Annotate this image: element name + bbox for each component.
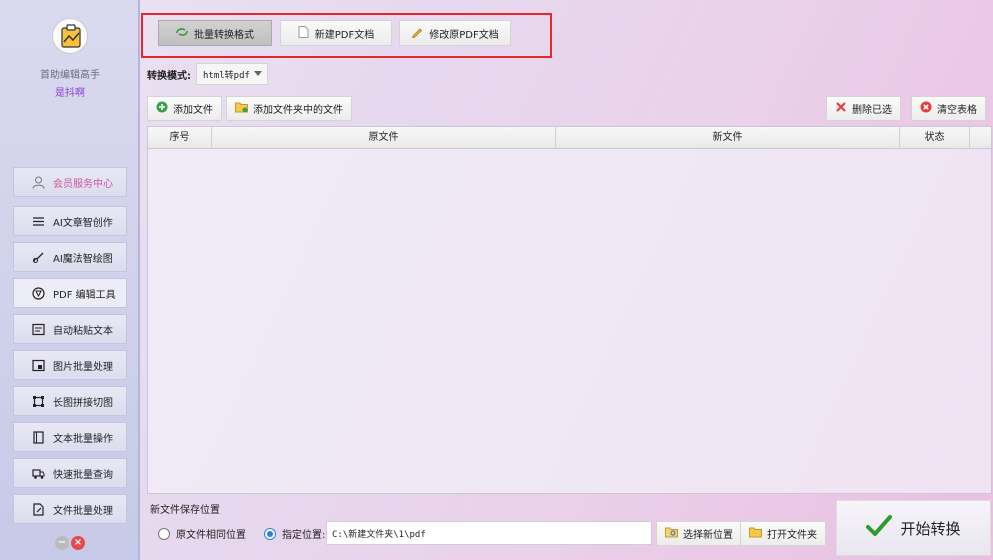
sidebar-item-file-batch[interactable]: 文件批量处理 (13, 494, 127, 524)
convert-icon (176, 26, 188, 41)
radio-custom-location[interactable]: 指定位置: (264, 526, 325, 541)
tab-batch-convert[interactable]: 批量转换格式 (158, 20, 272, 46)
radio-label: 指定位置: (282, 530, 326, 541)
button-label: 选择新位置 (683, 530, 733, 541)
lines-icon (32, 215, 45, 228)
sidebar-item-quick-query[interactable]: 快速批量查询 (13, 458, 127, 488)
sidebar-item-label: 自动粘贴文本 (53, 325, 113, 337)
tab-label: 新建PDF文档 (314, 29, 375, 41)
chevron-down-icon (254, 71, 262, 76)
tab-label: 修改原PDF文档 (429, 29, 499, 41)
sidebar-item-label: PDF 编辑工具 (53, 289, 116, 301)
file-table[interactable]: 序号 原文件 新文件 状态 (147, 126, 992, 494)
close-icon[interactable]: × (71, 536, 85, 550)
aperture-icon (32, 286, 45, 300)
radio-button[interactable] (264, 527, 276, 540)
function-tabs-highlight: 批量转换格式 新建PDF文档 修改原PDF文档 (141, 13, 552, 58)
folder-add-icon (235, 101, 248, 116)
file-edit-icon (32, 502, 45, 516)
brush-icon (32, 251, 45, 264)
sidebar: 首助编辑高手 是抖啊 会员服务中心 AI文章智创作 AI魔法智绘图 PDF 编辑… (0, 0, 140, 560)
sidebar-item-label: 图片批量处理 (53, 361, 113, 373)
truck-icon (32, 467, 45, 480)
sidebar-item-ai-article[interactable]: AI文章智创作 (13, 206, 127, 236)
sidebar-item-text-batch[interactable]: 文本批量操作 (13, 422, 127, 452)
checkmark-icon (866, 514, 893, 542)
button-label: 打开文件夹 (767, 530, 817, 541)
mode-select[interactable]: html转pdf (196, 63, 268, 85)
save-location-label: 新文件保存位置 (150, 505, 220, 516)
tab-label: 批量转换格式 (194, 29, 254, 41)
column-target[interactable]: 新文件 (556, 127, 900, 149)
button-label: 开始转换 (900, 519, 961, 538)
clear-icon (920, 101, 932, 116)
minimize-icon[interactable]: − (55, 536, 69, 550)
column-index[interactable]: 序号 (148, 127, 212, 149)
radio-button[interactable] (158, 527, 170, 540)
sidebar-item-label: AI文章智创作 (53, 217, 113, 229)
user-name[interactable]: 是抖啊 (0, 84, 140, 99)
mode-value: html转pdf (203, 70, 250, 81)
add-folder-button[interactable]: 添加文件夹中的文件 (226, 96, 352, 121)
save-path-input[interactable]: C:\新建文件夹\1\pdf (326, 521, 652, 545)
choose-location-button[interactable]: 选择新位置 (656, 521, 742, 546)
radio-label: 原文件相同位置 (176, 530, 246, 541)
image-icon (32, 359, 45, 372)
sidebar-item-label: AI魔法智绘图 (53, 253, 113, 265)
column-status[interactable]: 状态 (900, 127, 970, 149)
add-icon (156, 101, 168, 116)
mode-label: 转换模式: (147, 71, 191, 82)
calendar-icon (32, 323, 45, 336)
pencil-icon (411, 26, 423, 41)
tab-new-pdf[interactable]: 新建PDF文档 (280, 20, 392, 46)
button-label: 添加文件夹中的文件 (253, 105, 343, 116)
save-path-value: C:\新建文件夹\1\pdf (332, 529, 426, 540)
app-logo-icon (52, 18, 88, 54)
sidebar-item-label: 文本批量操作 (53, 433, 113, 445)
button-label: 添加文件 (173, 105, 213, 116)
table-header: 序号 原文件 新文件 状态 (148, 127, 991, 149)
tab-edit-pdf[interactable]: 修改原PDF文档 (399, 20, 511, 46)
radio-same-location[interactable]: 原文件相同位置 (158, 526, 246, 541)
clear-table-button[interactable]: 清空表格 (911, 96, 986, 121)
book-icon (32, 430, 45, 444)
sidebar-item-image-batch[interactable]: 图片批量处理 (13, 350, 127, 380)
sidebar-item-label: 文件批量处理 (53, 505, 113, 517)
open-folder-button[interactable]: 打开文件夹 (740, 521, 826, 546)
crop-icon (32, 395, 45, 408)
window-controls: − × (55, 536, 85, 550)
start-convert-button[interactable]: 开始转换 (836, 500, 991, 556)
sidebar-item-label: 长图拼接切图 (53, 397, 113, 409)
delete-icon (835, 101, 847, 116)
column-source[interactable]: 原文件 (212, 127, 556, 149)
sidebar-item-label: 会员服务中心 (53, 178, 113, 190)
folder-icon (749, 526, 762, 541)
sidebar-item-ai-draw[interactable]: AI魔法智绘图 (13, 242, 127, 272)
app-name: 首助编辑高手 (40, 70, 100, 81)
sidebar-item-member[interactable]: 会员服务中心 (13, 167, 127, 197)
user-icon (32, 176, 45, 189)
button-label: 删除已选 (852, 105, 892, 116)
sidebar-item-label: 快速批量查询 (53, 469, 113, 481)
folder-search-icon (665, 526, 678, 541)
add-file-button[interactable]: 添加文件 (147, 96, 222, 121)
sidebar-item-long-image[interactable]: 长图拼接切图 (13, 386, 127, 416)
delete-selected-button[interactable]: 删除已选 (826, 96, 901, 121)
sidebar-item-auto-paste[interactable]: 自动粘贴文本 (13, 314, 127, 344)
sidebar-item-pdf-tools[interactable]: PDF 编辑工具 (13, 278, 127, 308)
document-icon (298, 25, 309, 41)
button-label: 清空表格 (937, 105, 977, 116)
